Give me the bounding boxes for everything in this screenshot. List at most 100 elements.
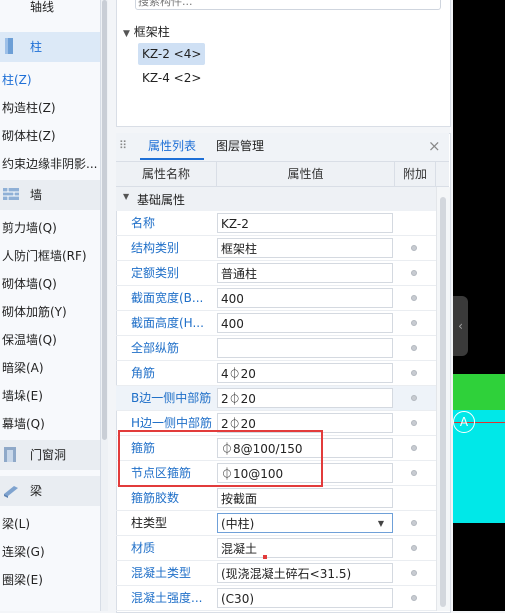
- annotation-dot: [263, 555, 267, 559]
- attach-radio[interactable]: [411, 570, 417, 576]
- nav-scrollbar[interactable]: [101, 0, 108, 611]
- attach-radio[interactable]: [411, 295, 417, 301]
- nav-item-1[interactable]: 柱(Z): [2, 69, 100, 91]
- attach-radio[interactable]: [411, 520, 417, 526]
- property-row[interactable]: 名称 KZ-2: [116, 211, 436, 236]
- property-name: 全部纵筋: [131, 341, 180, 355]
- tree-category-label: 框架柱: [133, 25, 170, 39]
- property-row[interactable]: 截面宽度(B... 400: [116, 286, 436, 311]
- property-value-text: (中柱): [221, 517, 255, 531]
- property-value-field[interactable]: KZ-2: [217, 213, 393, 233]
- nav-item-11[interactable]: 暗梁(A): [2, 357, 100, 379]
- property-value-field[interactable]: (C30): [217, 588, 393, 608]
- tab-layer-management[interactable]: 图层管理: [216, 133, 264, 160]
- attach-radio[interactable]: [411, 395, 417, 401]
- nav-group-15[interactable]: 梁: [0, 476, 100, 506]
- property-name: 截面宽度(B...: [131, 291, 204, 305]
- attach-radio[interactable]: [411, 320, 417, 326]
- property-value-field[interactable]: 混凝土: [217, 538, 393, 558]
- property-row[interactable]: 箍筋胶数 按截面: [116, 486, 436, 511]
- tab-property-list[interactable]: 属性列表: [140, 133, 205, 160]
- property-value-text: 400: [221, 292, 244, 306]
- property-scrollbar[interactable]: [436, 187, 450, 611]
- column-header-name: 属性名称: [116, 162, 217, 186]
- property-name: 定额类别: [131, 266, 180, 280]
- property-name: 混凝土强度...: [131, 591, 203, 605]
- attach-radio[interactable]: [411, 420, 417, 426]
- property-scrollbar-thumb[interactable]: [440, 197, 446, 607]
- nav-group-14[interactable]: 门窗洞: [0, 440, 100, 470]
- axis-marker[interactable]: A: [453, 411, 475, 433]
- nav-item-7[interactable]: 人防门框墙(RF): [2, 245, 100, 267]
- nav-item-axis[interactable]: 轴线: [30, 0, 128, 18]
- nav-item-6[interactable]: 剪力墙(Q): [2, 217, 100, 239]
- nav-scrollbar-thumb[interactable]: [102, 0, 107, 440]
- tree-category[interactable]: ▼ 框架柱: [123, 22, 170, 42]
- attach-radio[interactable]: [411, 270, 417, 276]
- nav-item-10[interactable]: 保温墙(Q): [2, 329, 100, 351]
- tree-search-input[interactable]: [136, 0, 444, 9]
- property-row[interactable]: 结构类别 框架柱: [116, 236, 436, 261]
- attach-radio[interactable]: [411, 245, 417, 251]
- property-value-field[interactable]: 按截面: [217, 488, 393, 508]
- nav-item-8[interactable]: 砌体墙(Q): [2, 273, 100, 295]
- property-value-text: (C30): [221, 592, 255, 606]
- nav-item-16[interactable]: 梁(L): [2, 513, 100, 535]
- nav-group-0[interactable]: 柱: [0, 32, 100, 62]
- property-value-text: 400: [221, 317, 244, 331]
- property-row[interactable]: 材质 混凝土: [116, 536, 436, 561]
- caret-down-icon: ▼: [123, 192, 130, 201]
- property-row[interactable]: 角筋 4⏀20: [116, 361, 436, 386]
- property-name: 名称: [131, 216, 156, 230]
- nav-item-3[interactable]: 砌体柱(Z): [2, 125, 100, 147]
- canvas-green-element[interactable]: [453, 374, 505, 410]
- property-value-text: 2⏀20: [221, 417, 256, 431]
- nav-item-18[interactable]: 圈梁(E): [2, 569, 100, 591]
- tree-item-kz2[interactable]: KZ-2 <4>: [138, 43, 206, 65]
- property-value-field[interactable]: 2⏀20: [217, 388, 393, 408]
- property-name: 截面高度(H...: [131, 316, 204, 330]
- component-nav-panel: 轴线 柱柱(Z) 构造柱(Z) 砌体柱(Z) 约束边缘非阴影... 墙剪力墙(Q) 人防门…: [0, 0, 101, 611]
- attach-radio[interactable]: [411, 445, 417, 451]
- property-row[interactable]: 柱类型 (中柱) ▼: [116, 511, 436, 536]
- property-value-field[interactable]: 4⏀20: [217, 363, 393, 383]
- property-value-field[interactable]: 普通柱: [217, 263, 393, 283]
- property-row[interactable]: 混凝土类型 (现浇混凝土碎石<31.5): [116, 561, 436, 586]
- component-tree-panel: ▼ 框架柱 KZ-2 <4> KZ-4 <2>: [116, 0, 451, 127]
- property-name: 混凝土类型: [131, 566, 192, 580]
- property-value-text: (现浇混凝土碎石<31.5): [221, 567, 352, 581]
- property-row[interactable]: B边一侧中部筋 2⏀20: [116, 386, 436, 411]
- property-row[interactable]: 全部纵筋: [116, 336, 436, 361]
- attach-radio[interactable]: [411, 370, 417, 376]
- nav-group-label: 门窗洞: [30, 448, 67, 462]
- collapse-panel-button[interactable]: ‹: [453, 296, 468, 356]
- nav-item-9[interactable]: 砌体加筋(Y): [2, 301, 100, 323]
- tree-item-kz4[interactable]: KZ-4 <2>: [138, 67, 205, 89]
- property-value-field[interactable]: 框架柱: [217, 238, 393, 258]
- attach-radio[interactable]: [411, 545, 417, 551]
- close-icon[interactable]: ×: [428, 137, 441, 155]
- nav-item-13[interactable]: 幕墙(Q): [2, 413, 100, 435]
- property-row[interactable]: 截面高度(H... 400: [116, 311, 436, 336]
- attach-radio[interactable]: [411, 595, 417, 601]
- nav-item-4[interactable]: 约束边缘非阴影...: [2, 153, 100, 175]
- nav-item-17[interactable]: 连梁(G): [2, 541, 100, 563]
- property-value-field[interactable]: 400: [217, 313, 393, 333]
- property-value-field[interactable]: (现浇混凝土碎石<31.5): [217, 563, 393, 583]
- attach-radio[interactable]: [411, 470, 417, 476]
- property-row[interactable]: 定额类别 普通柱: [116, 261, 436, 286]
- nav-item-12[interactable]: 墙垛(E): [2, 385, 100, 407]
- attach-radio[interactable]: [411, 345, 417, 351]
- nav-item-2[interactable]: 构造柱(Z): [2, 97, 100, 119]
- nav-group-5[interactable]: 墙: [0, 180, 100, 210]
- tree-search-box[interactable]: [135, 0, 444, 10]
- dropdown-arrow-icon[interactable]: ▼: [378, 514, 384, 532]
- drag-handle-icon[interactable]: ⠿: [119, 139, 127, 152]
- property-value-text: KZ-2: [221, 217, 249, 231]
- nav-group-label: 柱: [30, 40, 43, 54]
- property-value-dropdown[interactable]: (中柱) ▼: [217, 513, 393, 533]
- property-value-field[interactable]: 400: [217, 288, 393, 308]
- property-group-basic[interactable]: ▼ 基础属性: [116, 187, 436, 211]
- property-row[interactable]: 混凝土强度... (C30): [116, 586, 436, 611]
- property-value-field[interactable]: [217, 338, 393, 358]
